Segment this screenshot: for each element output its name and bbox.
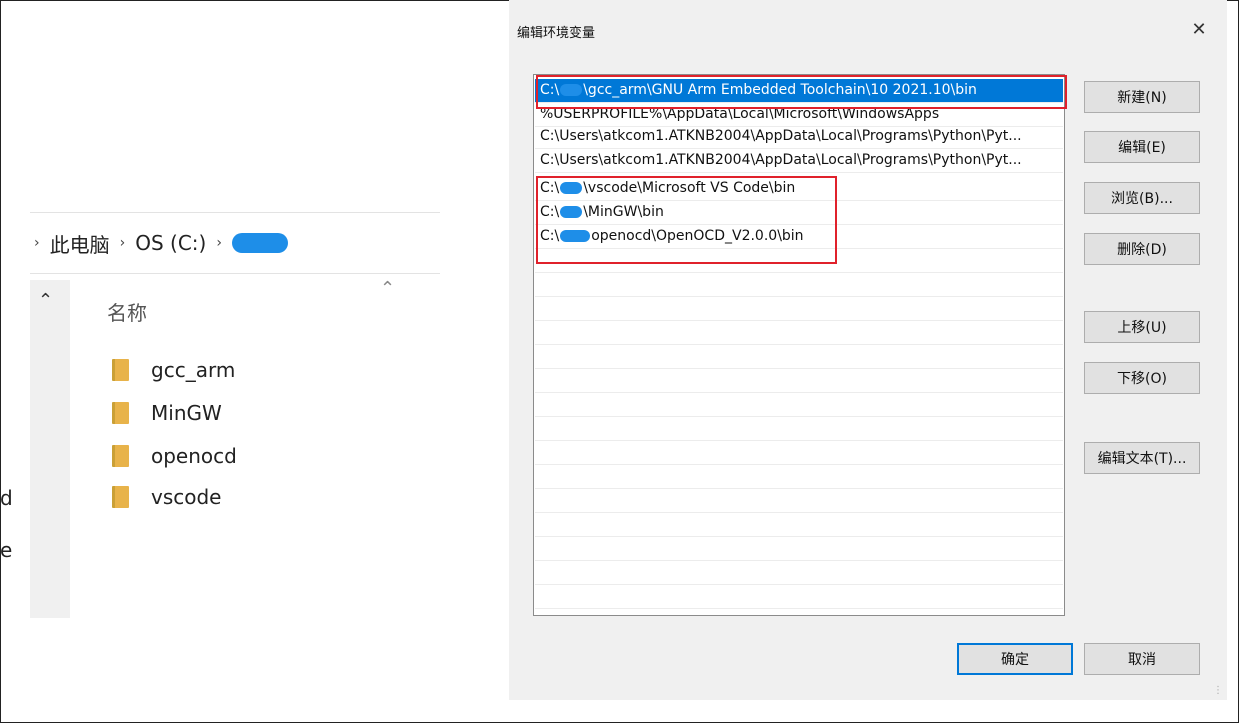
breadcrumb-this-pc[interactable]: 此电脑 [50, 229, 110, 258]
path-suffix: \gcc_arm\GNU Arm Embedded Toolchain\10 2… [583, 82, 977, 98]
empty-row [535, 345, 1063, 369]
dialog-title: 编辑环境变量 [517, 26, 596, 41]
navigation-pane[interactable]: ⌃ [30, 280, 70, 618]
column-header-name[interactable]: 名称 [107, 297, 147, 326]
chevron-right-icon: › [119, 235, 126, 251]
empty-row [535, 537, 1063, 561]
scroll-up-icon[interactable]: ⌃ [38, 290, 53, 311]
resize-grip-icon[interactable]: ⋮ [1213, 686, 1223, 696]
ok-button[interactable]: 确定 [957, 643, 1073, 675]
empty-row [535, 585, 1063, 609]
path-prefix: C:\ [540, 204, 560, 220]
folder-item[interactable]: gcc_arm [112, 354, 235, 386]
path-entry[interactable]: C:\Users\atkcom1.ATKNB2004\AppData\Local… [535, 125, 1063, 149]
browse-button[interactable]: 浏览(B)... [1084, 182, 1200, 214]
cropped-text: e [0, 538, 13, 562]
delete-button[interactable]: 删除(D) [1084, 233, 1200, 265]
cropped-text: d [0, 486, 13, 510]
empty-row [535, 369, 1063, 393]
folder-item[interactable]: openocd [112, 440, 237, 472]
folder-icon [112, 486, 129, 508]
redacted-text [560, 206, 583, 218]
chevron-right-icon: › [34, 235, 40, 251]
sort-caret-icon: ⌃ [380, 278, 396, 299]
path-suffix: openocd\OpenOCD_V2.0.0\bin [591, 228, 804, 244]
edit-button[interactable]: 编辑(E) [1084, 131, 1200, 163]
folder-name: vscode [151, 485, 222, 509]
move-down-button[interactable]: 下移(O) [1084, 362, 1200, 394]
path-prefix: C:\ [540, 228, 560, 244]
new-button[interactable]: 新建(N) [1084, 81, 1200, 113]
redacted-text [560, 182, 583, 194]
folder-icon [112, 402, 129, 424]
path-entry[interactable]: C:\ \gcc_arm\GNU Arm Embedded Toolchain\1… [535, 79, 1063, 103]
redacted-text [560, 230, 591, 242]
path-prefix: C:\ [540, 82, 560, 98]
folder-name: gcc_arm [151, 358, 236, 382]
path-prefix: C:\ [540, 180, 560, 196]
empty-row [535, 249, 1063, 273]
empty-row [535, 321, 1063, 345]
empty-row [535, 441, 1063, 465]
empty-row [535, 561, 1063, 585]
path-entry[interactable]: C:\ openocd\OpenOCD_V2.0.0\bin [535, 225, 1063, 249]
folder-item[interactable]: vscode [112, 481, 222, 513]
empty-row [535, 417, 1063, 441]
cancel-button[interactable]: 取消 [1084, 643, 1200, 675]
path-text: C:\Users\atkcom1.ATKNB2004\AppData\Local… [540, 128, 1022, 144]
address-bar[interactable]: › 此电脑 › OS (C:) › [30, 212, 440, 274]
edit-environment-variable-dialog: 编辑环境变量 ✕ C:\ \gcc_arm\GNU Arm Embedded To… [509, 0, 1227, 700]
edit-text-button[interactable]: 编辑文本(T)... [1084, 442, 1200, 474]
path-entry[interactable]: C:\Users\atkcom1.ATKNB2004\AppData\Local… [535, 149, 1063, 173]
path-entry[interactable]: C:\ \MinGW\bin [535, 201, 1063, 225]
folder-name: openocd [151, 444, 237, 468]
path-text: %USERPROFILE%\AppData\Local\Microsoft\Wi… [540, 106, 940, 122]
empty-row [535, 489, 1063, 513]
move-up-button[interactable]: 上移(U) [1084, 311, 1200, 343]
close-icon[interactable]: ✕ [1189, 20, 1209, 40]
path-text: C:\Users\atkcom1.ATKNB2004\AppData\Local… [540, 152, 1022, 168]
empty-row [535, 465, 1063, 489]
folder-item[interactable]: MinGW [112, 397, 222, 429]
path-suffix: \vscode\Microsoft VS Code\bin [583, 180, 796, 196]
path-suffix: \MinGW\bin [583, 204, 664, 220]
empty-row [535, 297, 1063, 321]
empty-row [535, 273, 1063, 297]
folder-icon [112, 359, 129, 381]
empty-row [535, 513, 1063, 537]
folder-icon [112, 445, 129, 467]
breadcrumb-os-c[interactable]: OS (C:) [135, 231, 206, 255]
redacted-text [560, 84, 583, 96]
redacted-folder-name [231, 233, 288, 253]
path-list[interactable]: C:\ \gcc_arm\GNU Arm Embedded Toolchain\1… [533, 74, 1065, 616]
chevron-right-icon: › [216, 235, 222, 251]
path-entry[interactable]: %USERPROFILE%\AppData\Local\Microsoft\Wi… [535, 103, 1063, 127]
folder-name: MinGW [151, 401, 222, 425]
empty-row [535, 393, 1063, 417]
file-explorer: › 此电脑 › OS (C:) › ⌃ 名称 ⌃ gcc_arm MinGW o… [0, 0, 440, 723]
path-entry[interactable]: C:\ \vscode\Microsoft VS Code\bin [535, 177, 1063, 201]
